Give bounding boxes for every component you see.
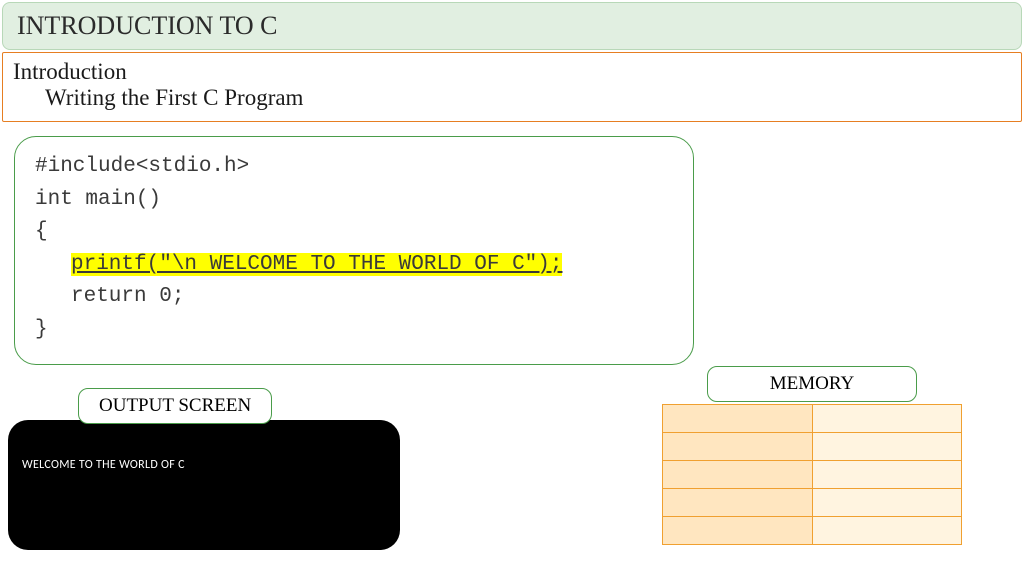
memory-row [663,405,962,433]
code-line-6: } [35,314,673,347]
subtitle-main: Introduction [13,59,1011,85]
code-block: #include<stdio.h> int main() { printf("\… [14,136,694,365]
code-line-5: return 0; [35,281,673,314]
memory-row [663,461,962,489]
page-title: INTRODUCTION TO C [2,2,1022,50]
code-line-4: printf("\n WELCOME TO THE WORLD OF C"); [35,249,673,282]
code-line-1: #include<stdio.h> [35,151,673,184]
code-highlight: printf("\n WELCOME TO THE WORLD OF C"); [71,253,562,276]
memory-label: MEMORY [707,366,917,402]
subtitle-sub: Writing the First C Program [13,85,1011,111]
memory-row [663,489,962,517]
memory-row [663,517,962,545]
output-section: OUTPUT SCREEN WELCOME TO THE WORLD OF C [8,388,400,550]
memory-section: MEMORY [662,366,962,545]
output-text: WELCOME TO THE WORLD OF C [22,458,386,472]
code-line-3: { [35,216,673,249]
code-line-2: int main() [35,184,673,217]
memory-row [663,433,962,461]
output-label: OUTPUT SCREEN [78,388,272,424]
subtitle-box: Introduction Writing the First C Program [2,52,1022,122]
memory-table [662,404,962,545]
output-screen: WELCOME TO THE WORLD OF C [8,420,400,550]
